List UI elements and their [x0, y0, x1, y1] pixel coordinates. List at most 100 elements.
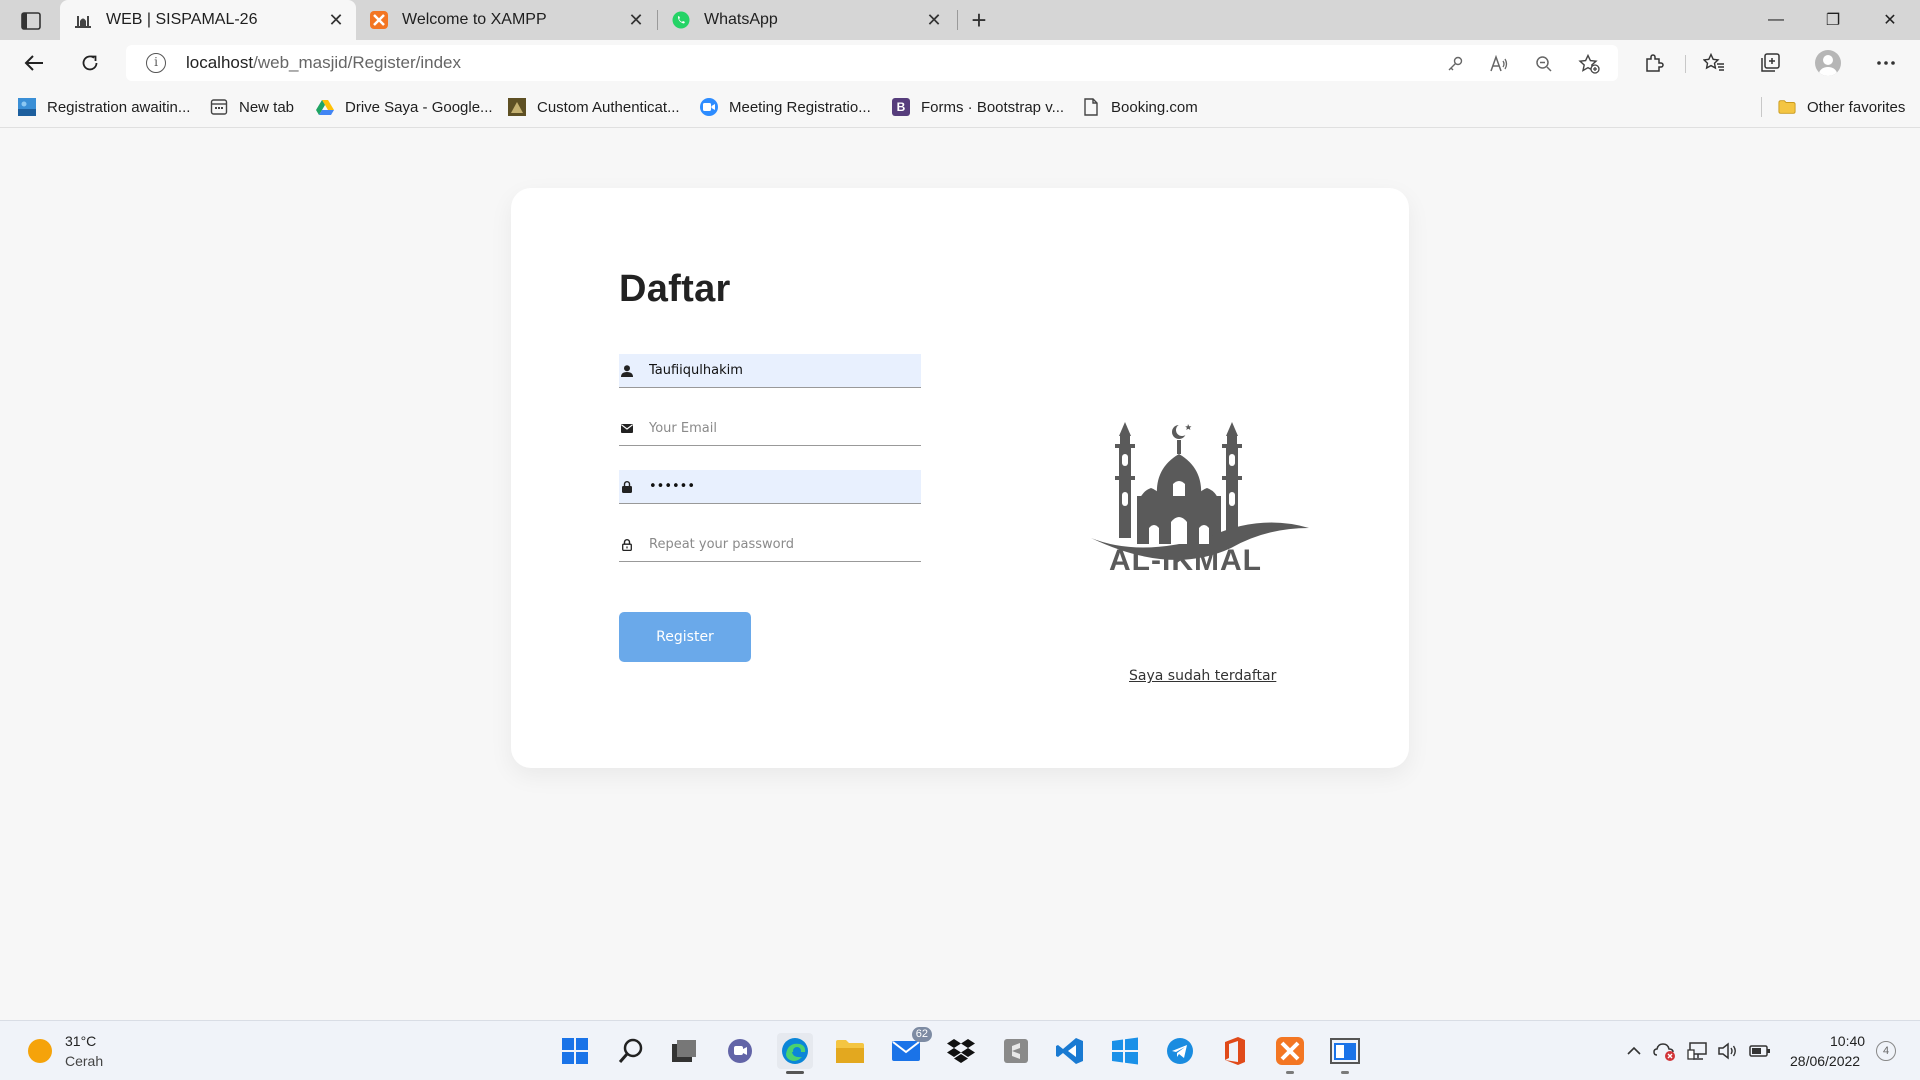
- file-explorer-icon[interactable]: [832, 1033, 868, 1069]
- register-card: Daftar Register: [511, 188, 1409, 768]
- tab-separator: [957, 10, 958, 30]
- start-icon[interactable]: [557, 1033, 593, 1069]
- name-field: [619, 354, 921, 388]
- taskbar: 31°C Cerah 62 10:40 28/06/2022 4: [0, 1020, 1920, 1080]
- battery-icon[interactable]: [1748, 1039, 1772, 1063]
- bookmark-meeting[interactable]: Meeting Registratio...: [700, 96, 871, 118]
- logo-text: AL-IKMAL: [1109, 544, 1262, 577]
- chevron-up-icon[interactable]: [1622, 1039, 1646, 1063]
- bookmark-label: Meeting Registratio...: [729, 98, 871, 116]
- weather-temperature[interactable]: 31°C: [65, 1033, 96, 1049]
- refresh-icon[interactable]: [74, 47, 106, 79]
- already-registered-link[interactable]: Saya sudah terdaftar: [1129, 668, 1276, 684]
- collections-icon[interactable]: [1756, 49, 1784, 77]
- bookmark-label: Forms · Bootstrap v...: [921, 98, 1065, 116]
- user-icon: [619, 363, 635, 379]
- google-drive-icon: [316, 98, 334, 116]
- task-view-icon[interactable]: [666, 1033, 702, 1069]
- page-title: Daftar: [619, 268, 731, 310]
- xampp-icon: [370, 11, 388, 29]
- whatsapp-icon: [672, 11, 690, 29]
- other-favorites-label: Other favorites: [1807, 98, 1906, 116]
- network-icon[interactable]: [1686, 1039, 1710, 1063]
- image-bookmark-icon: [18, 98, 36, 116]
- bookmark-registration[interactable]: Registration awaitin...: [18, 96, 190, 118]
- xampp-icon[interactable]: [1272, 1033, 1308, 1069]
- bookmark-bootstrap[interactable]: B Forms · Bootstrap v...: [892, 96, 1064, 118]
- active-window-icon[interactable]: [1327, 1033, 1363, 1069]
- tab-title: WEB | SISPAMAL-26: [106, 11, 258, 28]
- volume-icon[interactable]: [1716, 1039, 1740, 1063]
- email-field: [619, 412, 921, 446]
- address-bar[interactable]: i localhost/web_masjid/Register/index: [126, 45, 1618, 81]
- mail-icon[interactable]: 62: [888, 1027, 932, 1069]
- custom-auth-icon: [508, 98, 526, 116]
- browser-toolbar: i localhost/web_masjid/Register/index: [0, 40, 1920, 86]
- minimize-button[interactable]: —: [1748, 0, 1804, 40]
- onedrive-offline-icon[interactable]: [1653, 1039, 1677, 1063]
- tab-sispamal[interactable]: WEB | SISPAMAL-26 ✕: [60, 0, 356, 40]
- register-button[interactable]: Register: [619, 612, 751, 662]
- lock-outline-icon: [619, 537, 635, 553]
- bookmark-booking[interactable]: Booking.com: [1082, 96, 1198, 118]
- bookmark-label: Custom Authenticat...: [537, 98, 680, 116]
- sispamal-logo-icon: [74, 11, 92, 29]
- favorites-icon[interactable]: [1700, 49, 1728, 77]
- bookmark-drive[interactable]: Drive Saya - Google...: [316, 96, 493, 118]
- name-input[interactable]: [649, 354, 917, 387]
- notification-badge[interactable]: 4: [1876, 1041, 1896, 1061]
- sublime-text-icon[interactable]: [998, 1033, 1034, 1069]
- bookmarks-divider: [1761, 97, 1762, 117]
- bookmark-custom-auth[interactable]: Custom Authenticat...: [508, 96, 680, 118]
- url-path: /web_masjid/Register/index: [253, 53, 461, 72]
- tab-whatsapp[interactable]: WhatsApp ✕: [658, 0, 954, 40]
- add-favorite-icon[interactable]: [1578, 53, 1600, 75]
- tab-title: WhatsApp: [704, 11, 778, 28]
- password-input[interactable]: [649, 470, 917, 503]
- bookmark-label: Drive Saya - Google...: [345, 98, 493, 116]
- url-text[interactable]: localhost/web_masjid/Register/index: [186, 53, 461, 73]
- telegram-icon[interactable]: [1162, 1033, 1198, 1069]
- bookmark-label: Booking.com: [1111, 98, 1198, 116]
- bookmark-new-tab[interactable]: New tab: [210, 96, 294, 118]
- sun-weather-icon[interactable]: [28, 1039, 52, 1063]
- close-tab-icon[interactable]: ✕: [326, 10, 346, 30]
- tab-title: Welcome to XAMPP: [402, 11, 547, 28]
- windows-store-icon[interactable]: [1107, 1033, 1143, 1069]
- bookmarks-bar: Registration awaitin... New tab Drive Sa…: [0, 86, 1920, 128]
- read-aloud-icon[interactable]: [1488, 53, 1510, 75]
- zoom-out-icon[interactable]: [1533, 53, 1555, 75]
- weather-description[interactable]: Cerah: [65, 1053, 103, 1069]
- back-icon[interactable]: [18, 47, 50, 79]
- bookmark-label: Registration awaitin...: [47, 98, 191, 116]
- tab-actions-icon[interactable]: [14, 9, 48, 33]
- password-key-icon[interactable]: [1444, 53, 1466, 75]
- tab-strip: WEB | SISPAMAL-26 ✕ Welcome to XAMPP ✕ W…: [0, 0, 1920, 40]
- password-field: [619, 470, 921, 504]
- email-input[interactable]: [649, 412, 917, 445]
- mail-badge: 62: [911, 1027, 932, 1042]
- office-icon[interactable]: [1217, 1033, 1253, 1069]
- close-tab-icon[interactable]: ✕: [626, 10, 646, 30]
- profile-avatar[interactable]: [1814, 49, 1842, 77]
- close-window-button[interactable]: ✕: [1862, 0, 1918, 40]
- site-info-icon[interactable]: i: [146, 53, 166, 73]
- vscode-icon[interactable]: [1052, 1033, 1088, 1069]
- search-icon[interactable]: [613, 1033, 649, 1069]
- dropbox-icon[interactable]: [943, 1033, 979, 1069]
- clock-date[interactable]: 28/06/2022: [1790, 1053, 1860, 1069]
- restore-button[interactable]: ❐: [1805, 0, 1861, 40]
- tab-xampp[interactable]: Welcome to XAMPP ✕: [356, 0, 656, 40]
- repeat-password-input[interactable]: [649, 528, 917, 561]
- extensions-icon[interactable]: [1640, 49, 1668, 77]
- toolbar-divider: [1685, 55, 1686, 73]
- clock-time[interactable]: 10:40: [1830, 1033, 1865, 1049]
- teams-chat-icon[interactable]: [722, 1033, 758, 1069]
- url-host: localhost: [186, 53, 254, 72]
- zoom-icon: [700, 98, 718, 116]
- close-tab-icon[interactable]: ✕: [924, 10, 944, 30]
- other-favorites[interactable]: Other favorites: [1778, 96, 1905, 118]
- edge-icon[interactable]: [777, 1033, 813, 1069]
- more-menu-icon[interactable]: [1872, 49, 1900, 77]
- new-tab-button[interactable]: +: [965, 5, 993, 35]
